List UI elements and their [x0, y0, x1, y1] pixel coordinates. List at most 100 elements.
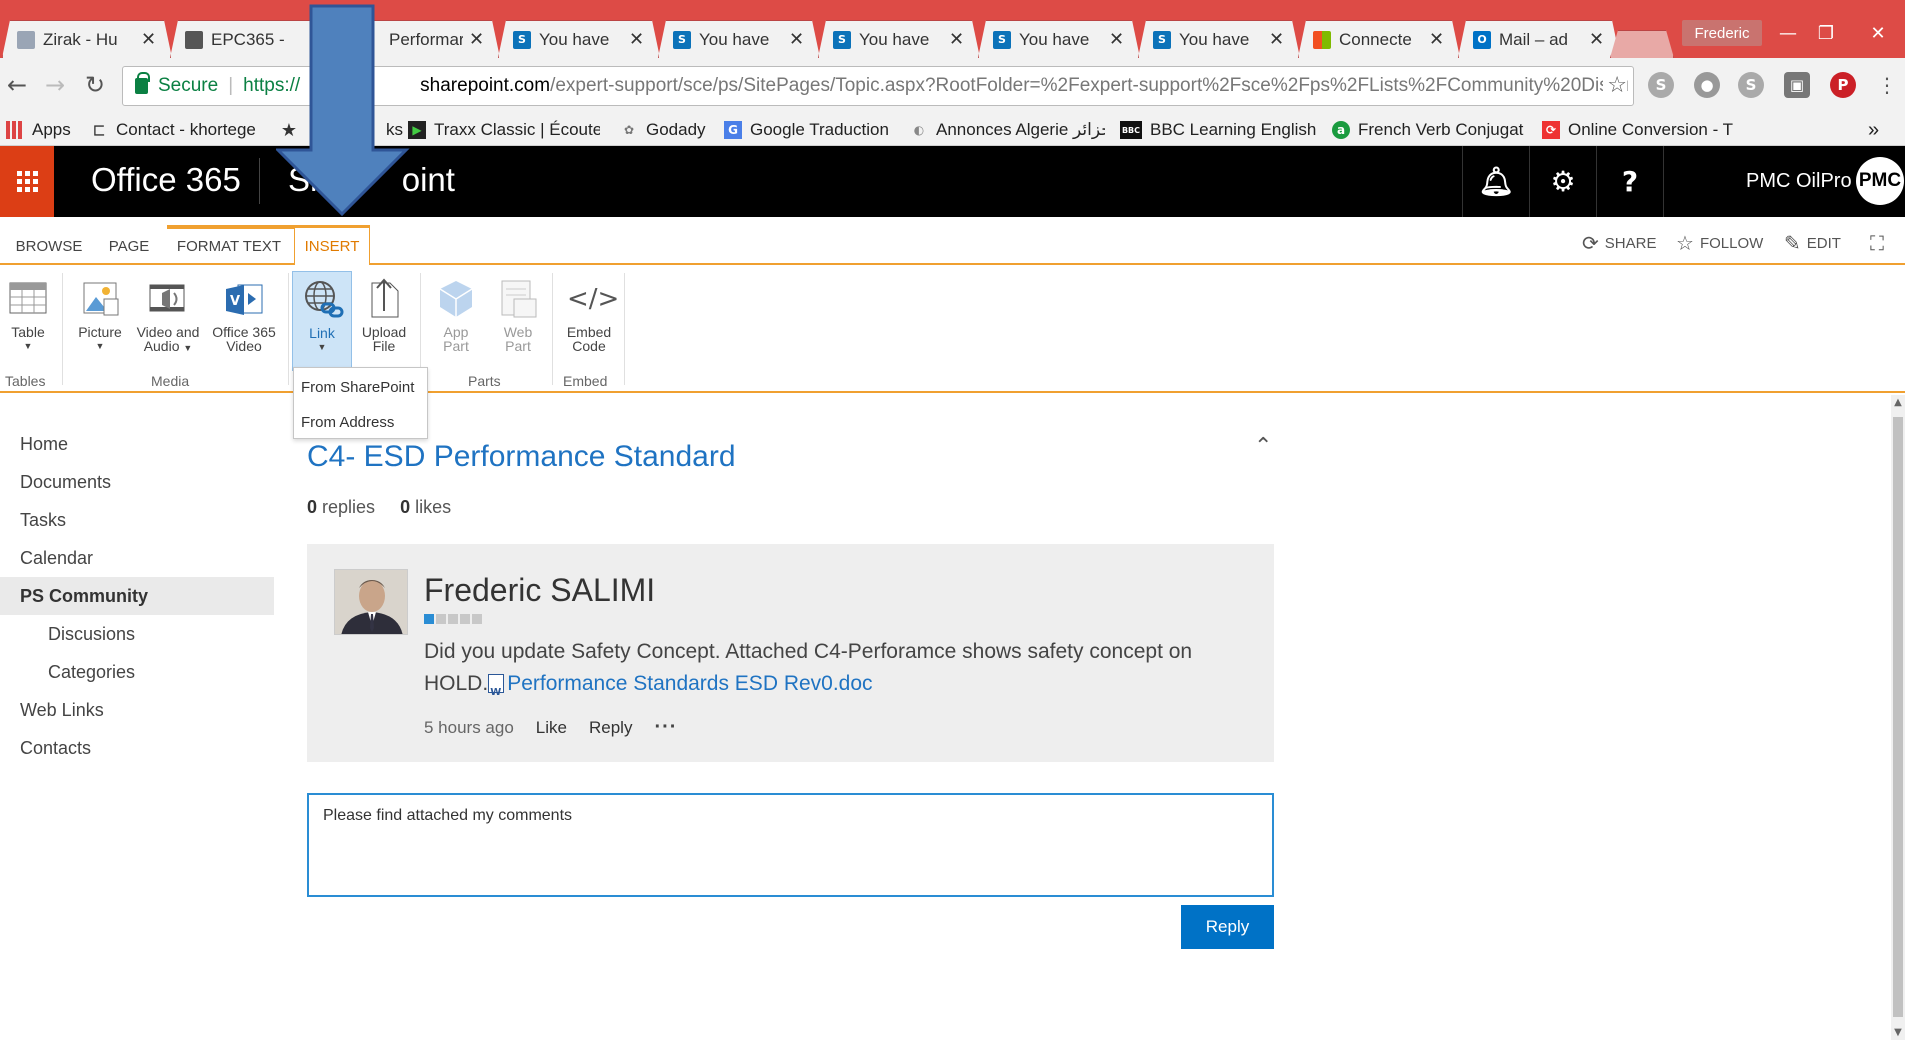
bookmark-item[interactable]: ✿ Godady [620, 119, 706, 141]
url-path: /expert-support/sce/ps/SitePages/Topic.a… [550, 75, 1629, 96]
table-icon [6, 277, 50, 321]
browser-tab[interactable]: Connecte ✕ [1298, 20, 1460, 58]
close-window-icon[interactable]: ✕ [1858, 20, 1898, 46]
pinterest-icon[interactable]: P [1830, 72, 1856, 98]
tab-browse[interactable]: BROWSE [14, 227, 84, 265]
nav-item-ps-community[interactable]: PS Community [0, 577, 274, 615]
reply-link[interactable]: Reply [589, 718, 632, 738]
scroll-down-icon[interactable]: ▼ [1891, 1027, 1905, 1038]
nav-item-calendar[interactable]: Calendar [0, 539, 274, 577]
bell-icon[interactable]: 🔔︎ [1462, 146, 1529, 217]
close-icon[interactable]: ✕ [789, 29, 805, 50]
skype-icon[interactable]: S [1738, 72, 1764, 98]
bookmark-item[interactable]: ▶ Traxx Classic | Écouter [408, 119, 600, 141]
upload-file-button[interactable]: Upload File [357, 277, 411, 353]
nav-item-home[interactable]: Home [0, 425, 274, 463]
scroll-up-icon[interactable]: ▲ [1891, 397, 1905, 408]
link-button[interactable]: Link ▼ [292, 271, 352, 371]
web-part-label: Part [505, 338, 531, 354]
nav-item-web-links[interactable]: Web Links [0, 691, 274, 729]
bookmark-star-icon[interactable]: ☆ [1603, 73, 1627, 98]
menu-item-from-sharepoint[interactable]: From SharePoint [294, 371, 427, 403]
edit-button[interactable]: ✎ EDIT [1784, 231, 1841, 255]
rating-block [472, 614, 482, 624]
picture-button[interactable]: Picture ▼ [74, 277, 126, 353]
avatar[interactable] [334, 569, 408, 635]
pencil-icon: ✎ [1784, 231, 1801, 255]
bookmark-item[interactable]: a French Verb Conjugat [1332, 119, 1524, 141]
browser-tab[interactable]: Zirak - Hu ✕ [2, 20, 172, 58]
nav-item-discussions[interactable]: Discusions [0, 615, 274, 653]
avatar[interactable]: PMC [1856, 157, 1904, 205]
bookmark-item[interactable]: BBC BBC Learning English [1120, 119, 1316, 141]
nav-item-categories[interactable]: Categories [0, 653, 274, 691]
video-audio-button[interactable]: Video and Audio ▼ [133, 277, 203, 355]
table-button[interactable]: Table ▼ [4, 277, 52, 353]
app-part-button[interactable]: App Part [432, 277, 480, 353]
menu-icon[interactable]: ⋮ [1872, 70, 1902, 100]
reply-textbox[interactable]: Please find attached my comments [307, 793, 1274, 897]
attachment-link[interactable]: Performance Standards ESD Rev0.doc [507, 672, 872, 695]
chevron-down-icon: ▼ [317, 342, 327, 352]
bookmark-label: Online Conversion - T [1568, 120, 1734, 139]
bookmark-item[interactable]: ⼕ Contact - khortege [90, 119, 256, 141]
bookmark-item[interactable]: ⟳ Online Conversion - T [1542, 119, 1734, 141]
menu-item-from-address[interactable]: From Address [294, 406, 427, 438]
bookmark-item[interactable]: G Google Traduction [724, 119, 889, 141]
profile-chip[interactable]: Frederic [1682, 20, 1762, 46]
back-icon[interactable]: ← [2, 70, 32, 100]
bookmark-apps[interactable]: Apps [6, 119, 71, 141]
sharepoint-icon: S [833, 31, 851, 49]
help-icon[interactable]: ? [1596, 146, 1663, 217]
like-button[interactable]: Like [536, 718, 567, 738]
extension-icon[interactable]: ▣ [1784, 72, 1810, 98]
browser-tab[interactable]: S You have ✕ [658, 20, 820, 58]
extension-icon[interactable]: ● [1694, 72, 1720, 98]
close-icon[interactable]: ✕ [1589, 29, 1605, 50]
gear-icon[interactable]: ⚙ [1529, 146, 1596, 217]
minimize-icon[interactable]: — [1768, 20, 1808, 46]
focus-mode-icon[interactable]: ⛶ [1870, 231, 1890, 255]
close-icon[interactable]: ✕ [141, 29, 157, 50]
nav-item-tasks[interactable]: Tasks [0, 501, 274, 539]
skype-icon[interactable]: S [1648, 72, 1674, 98]
close-icon[interactable]: ✕ [629, 29, 645, 50]
close-icon[interactable]: ✕ [949, 29, 965, 50]
tab-format-text[interactable]: FORMAT TEXT [170, 227, 288, 265]
app-launcher-icon[interactable] [0, 146, 54, 217]
post-author[interactable]: Frederic SALIMI [424, 572, 655, 609]
close-icon[interactable]: ✕ [1269, 29, 1285, 50]
follow-button[interactable]: ☆ FOLLOW [1676, 231, 1763, 255]
restore-icon[interactable]: ❐ [1806, 20, 1846, 46]
reload-icon[interactable]: ↻ [80, 70, 110, 100]
close-icon[interactable]: ✕ [1109, 29, 1125, 50]
scroll-thumb[interactable] [1893, 417, 1903, 1017]
share-button[interactable]: ⟳ SHARE [1582, 231, 1656, 255]
tab-insert[interactable]: INSERT [294, 227, 370, 267]
web-part-button[interactable]: Web Part [494, 277, 542, 353]
collapse-caret-icon[interactable]: ⌃ [1254, 434, 1272, 459]
nav-item-documents[interactable]: Documents [0, 463, 274, 501]
forward-icon[interactable]: → [40, 70, 70, 100]
tab-title: Mail – ad [1499, 29, 1568, 49]
reply-button[interactable]: Reply [1181, 905, 1274, 949]
browser-tab[interactable]: S You have ✕ [818, 20, 980, 58]
browser-tab[interactable]: S You have ✕ [978, 20, 1140, 58]
embed-code-button[interactable]: </> Embed Code [562, 277, 620, 353]
browser-tab[interactable]: S You have ✕ [498, 20, 660, 58]
browser-tab[interactable]: S You have ✕ [1138, 20, 1300, 58]
tab-page[interactable]: PAGE [104, 227, 154, 265]
office365-video-button[interactable]: V Office 365 Video [209, 277, 279, 353]
lock-icon [135, 72, 150, 94]
more-bookmarks-icon[interactable]: » [1868, 119, 1879, 141]
scrollbar[interactable]: ▲ ▼ [1891, 395, 1905, 1040]
browser-tab[interactable]: O Mail – ad ✕ [1458, 20, 1620, 58]
user-name[interactable]: PMC OilPro [1746, 170, 1852, 193]
close-icon[interactable]: ✕ [1429, 29, 1445, 50]
bookmark-item[interactable]: ◐ Annonces Algerie جزائر [910, 119, 1105, 141]
new-tab-button[interactable] [1610, 30, 1674, 58]
close-icon[interactable]: ✕ [469, 29, 485, 50]
brand-title[interactable]: Office 365 [91, 161, 241, 199]
more-options-icon[interactable]: ··· [654, 716, 677, 739]
nav-item-contacts[interactable]: Contacts [0, 729, 274, 767]
